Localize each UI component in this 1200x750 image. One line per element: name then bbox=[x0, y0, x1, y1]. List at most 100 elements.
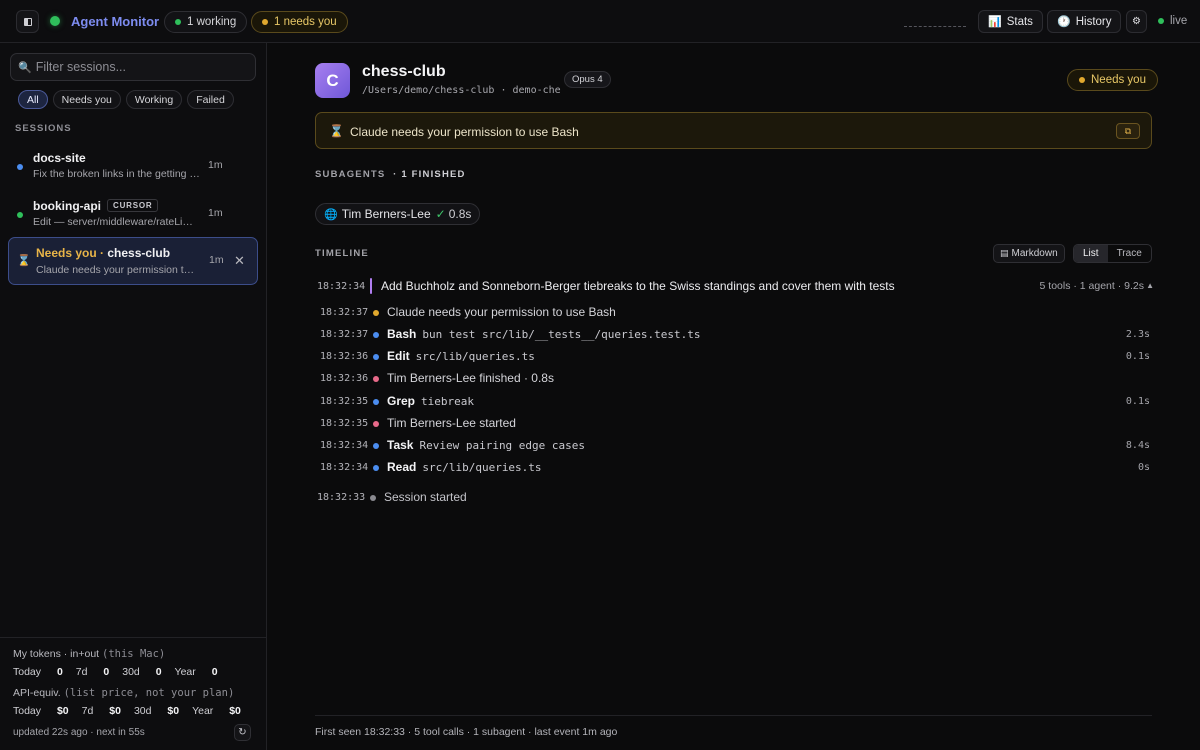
stats-button[interactable]: 📊 Stats bbox=[978, 10, 1043, 33]
event-dot bbox=[373, 465, 379, 471]
working-count-pill[interactable]: 1 working bbox=[164, 11, 248, 33]
timeline-event[interactable]: 18:32:34 Read src/lib/queries.ts 0s bbox=[320, 460, 1150, 476]
session-time: 1m bbox=[209, 254, 224, 266]
event-duration: 0s bbox=[1137, 462, 1150, 473]
markdown-button[interactable]: ▤ Markdown bbox=[993, 244, 1065, 263]
api-year: Year $0 bbox=[192, 705, 241, 717]
stat-label: Year bbox=[174, 666, 196, 678]
tokens-year: Year 0 bbox=[175, 666, 218, 678]
event-time: 18:32:35 bbox=[320, 418, 369, 429]
tool-argument: src/lib/queries.ts bbox=[415, 350, 535, 363]
timeline-event[interactable]: 18:32:34 Task Review pairing edge cases 8… bbox=[320, 438, 1150, 454]
session-footer: First seen 18:32:33 · 5 tool calls · 1 s… bbox=[315, 715, 1152, 738]
permission-text: Claude needs your permission to use Bash bbox=[350, 125, 579, 139]
permission-banner: ⌛ Claude needs your permission to use Ba… bbox=[315, 112, 1152, 149]
project-avatar: C bbox=[315, 63, 350, 98]
live-indicator: live bbox=[1158, 15, 1187, 27]
history-label: History bbox=[1075, 15, 1112, 28]
collapse-caret-icon[interactable]: ▲ bbox=[1146, 281, 1154, 290]
session-start-row: 18:32:33 Session started bbox=[317, 490, 717, 506]
sidebar-toggle-button[interactable] bbox=[16, 10, 39, 33]
stat-value: 0 bbox=[211, 666, 218, 678]
needs-you-dot-icon bbox=[262, 19, 268, 25]
tool-argument: bun test src/lib/__tests__/queries.test.… bbox=[422, 328, 701, 341]
event-duration: 8.4s bbox=[1125, 440, 1150, 451]
prompt-row[interactable]: 18:32:34 Add Buchholz and Sonneborn-Berg… bbox=[317, 278, 1154, 295]
stat-value: 0 bbox=[155, 666, 162, 678]
subagent-duration: 0.8s bbox=[448, 207, 472, 221]
tokens-note: (this Mac) bbox=[102, 648, 166, 660]
stat-label: 30d bbox=[122, 666, 140, 678]
tool-name: Task bbox=[387, 438, 414, 452]
clock-icon: 🕐 bbox=[1057, 16, 1071, 28]
session-subtitle: Edit — server/middleware/rateLimit... bbox=[33, 216, 201, 228]
hourglass-icon: ⌛ bbox=[329, 124, 344, 138]
timeline-event[interactable]: 18:32:37 Bash bun test src/lib/__tests__/… bbox=[320, 327, 1150, 343]
live-dot-icon bbox=[1158, 18, 1164, 24]
prompt-text: Add Buchholz and Sonneborn-Berger tiebre… bbox=[381, 279, 895, 293]
filter-needs-you[interactable]: Needs you bbox=[52, 90, 121, 109]
session-search-input[interactable]: 🔍 Filter sessions... bbox=[10, 53, 256, 81]
event-tool-row: Read src/lib/queries.ts bbox=[387, 460, 542, 474]
gear-icon: ⚙ bbox=[1132, 16, 1141, 27]
event-text: Tim Berners-Lee finished · 0.8s bbox=[387, 371, 554, 385]
stat-label: 7d bbox=[75, 666, 88, 678]
tool-name: Read bbox=[387, 460, 417, 474]
event-dot bbox=[373, 443, 379, 449]
stat-value: $0 bbox=[167, 705, 180, 717]
stat-value: $0 bbox=[56, 705, 69, 717]
api-heading: API-equiv. (list price, not your plan) bbox=[13, 687, 234, 699]
session-item-booking-api[interactable]: booking-api CURSOR Edit — server/middlewa… bbox=[8, 191, 258, 237]
session-filters: All Needs you Working Failed bbox=[18, 90, 234, 109]
copy-button[interactable]: ⧉ bbox=[1116, 123, 1140, 139]
timeline-event[interactable]: 18:32:36 Edit src/lib/queries.ts 0.1s bbox=[320, 349, 1150, 365]
refresh-button[interactable]: ↻ bbox=[234, 724, 251, 741]
event-dot bbox=[373, 354, 379, 360]
session-item-docs-site[interactable]: docs-site Fix the broken links in the ge… bbox=[8, 143, 258, 189]
view-list-tab[interactable]: List bbox=[1074, 245, 1108, 262]
live-label: live bbox=[1170, 15, 1188, 27]
event-time: 18:32:34 bbox=[320, 462, 369, 473]
document-icon: ▤ bbox=[1000, 248, 1009, 258]
needs-you-count-pill[interactable]: 1 needs you bbox=[251, 11, 348, 33]
app-title: Agent Monitor bbox=[71, 14, 160, 29]
connection-status-dot bbox=[50, 16, 60, 26]
search-icon: 🔍 bbox=[18, 61, 32, 74]
event-time: 18:32:36 bbox=[320, 351, 369, 362]
subagents-heading: SUBAGENTS · 1 FINISHED bbox=[315, 169, 466, 180]
close-icon[interactable]: ✕ bbox=[234, 253, 245, 269]
chart-icon: 📊 bbox=[988, 16, 1002, 28]
session-name: booking-api bbox=[33, 199, 101, 213]
stat-label: 30d bbox=[133, 705, 152, 717]
sessions-heading: SESSIONS bbox=[15, 123, 72, 134]
session-time: 1m bbox=[208, 159, 223, 171]
event-duration: 2.3s bbox=[1125, 329, 1150, 340]
working-dot-icon bbox=[175, 19, 181, 25]
session-item-chess-club[interactable]: ⌛ Needs you · chess-club Claude needs yo… bbox=[8, 237, 258, 285]
timeline-event: 18:32:37 Claude needs your permission to… bbox=[320, 305, 1150, 321]
session-name: chess-club bbox=[107, 246, 171, 260]
tool-argument: Review pairing edge cases bbox=[419, 439, 586, 452]
api-30d: 30d $0 bbox=[134, 705, 179, 717]
check-icon: ✓ bbox=[435, 207, 446, 221]
filter-all[interactable]: All bbox=[18, 90, 48, 109]
history-button[interactable]: 🕐 History bbox=[1047, 10, 1122, 33]
session-summary: First seen 18:32:33 · 5 tool calls · 1 s… bbox=[315, 726, 618, 738]
tokens-30d: 30d 0 bbox=[122, 666, 161, 678]
settings-button[interactable]: ⚙ bbox=[1126, 10, 1147, 33]
tool-argument: tiebreak bbox=[421, 395, 474, 408]
event-time: 18:32:34 bbox=[320, 440, 369, 451]
hourglass-icon: ⌛ bbox=[17, 255, 31, 267]
stat-label: Today bbox=[13, 666, 42, 678]
stat-label: Year bbox=[192, 705, 214, 717]
needs-you-count-label: 1 needs you bbox=[274, 16, 337, 28]
view-trace-tab[interactable]: Trace bbox=[1108, 245, 1151, 262]
filter-failed[interactable]: Failed bbox=[187, 90, 234, 109]
event-time: 18:32:36 bbox=[320, 373, 369, 384]
event-time: 18:32:33 bbox=[317, 492, 366, 503]
filter-working[interactable]: Working bbox=[125, 90, 183, 109]
subagent-chip[interactable]: 🌐 Tim Berners-Lee ✓ 0.8s bbox=[315, 203, 481, 225]
view-toggle: List Trace bbox=[1073, 244, 1152, 263]
prompt-marker bbox=[370, 278, 372, 294]
timeline-event[interactable]: 18:32:35 Grep tiebreak 0.1s bbox=[320, 394, 1150, 410]
